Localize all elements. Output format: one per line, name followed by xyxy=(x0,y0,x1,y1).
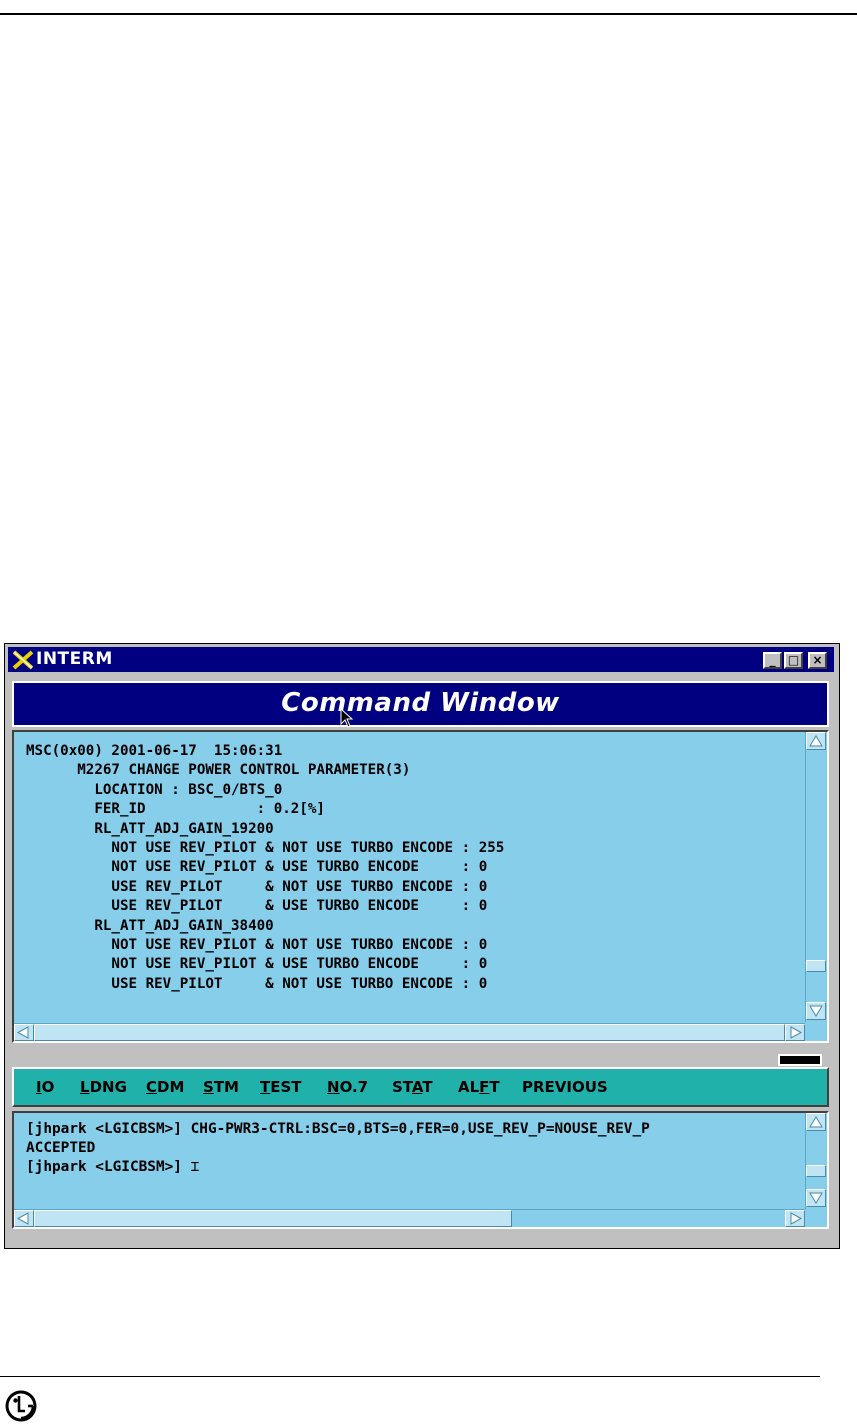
menu-item-stm[interactable]: STM xyxy=(203,1078,239,1096)
menu-item-cdm[interactable]: CDM xyxy=(146,1078,184,1096)
scroll-up-button[interactable] xyxy=(806,732,826,750)
output-vertical-scrollbar[interactable] xyxy=(805,732,827,1022)
input-vertical-scrollbar[interactable] xyxy=(805,1113,827,1209)
menu-item-io[interactable]: IO xyxy=(36,1078,54,1096)
input-line: [jhpark <LGICBSM>] ⌶ xyxy=(26,1159,200,1175)
input-scroll-up-button[interactable] xyxy=(806,1113,826,1131)
scroll-right-button[interactable] xyxy=(785,1024,805,1041)
input-scroll-right-button[interactable] xyxy=(785,1210,805,1227)
menu-item-no7[interactable]: NO.7 xyxy=(327,1078,368,1096)
input-h-scroll-thumb[interactable] xyxy=(34,1210,512,1227)
lg-logo-icon xyxy=(5,1390,37,1422)
output-line: RL_ATT_ADJ_GAIN_38400 xyxy=(26,917,274,934)
input-horizontal-scrollbar[interactable] xyxy=(14,1209,805,1227)
command-output-text: MSC(0x00) 2001-06-17 15:06:31 M2267 CHAN… xyxy=(26,742,504,994)
down-arrow-icon xyxy=(809,1005,823,1017)
output-line: NOT USE REV_PILOT & USE TURBO ENCODE : 0 xyxy=(26,956,488,973)
output-line: M2267 CHANGE POWER CONTROL PARAMETER(3) xyxy=(26,762,411,779)
output-line: NOT USE REV_PILOT & NOT USE TURBO ENCODE… xyxy=(26,840,505,857)
left-arrow-icon xyxy=(16,1026,29,1039)
output-line: USE REV_PILOT & NOT USE TURBO ENCODE : 0 xyxy=(26,975,488,992)
menu-item-ldng[interactable]: LDNG xyxy=(80,1078,127,1096)
maximize-button[interactable]: □ xyxy=(784,652,803,669)
scroll-down-button[interactable] xyxy=(806,1002,826,1020)
up-arrow-icon xyxy=(809,735,823,747)
input-line: [jhpark <LGICBSM>] CHG-PWR3-CTRL:BSC=0,B… xyxy=(26,1121,650,1137)
menu-item-stat[interactable]: STAT xyxy=(392,1078,433,1096)
page-top-rule xyxy=(0,13,857,15)
menu-item-alft[interactable]: ALFT xyxy=(458,1078,500,1096)
output-line: NOT USE REV_PILOT & NOT USE TURBO ENCODE… xyxy=(26,937,488,954)
h-scroll-thumb[interactable] xyxy=(34,1024,785,1041)
mouse-pointer-icon xyxy=(340,708,354,728)
close-button[interactable]: × xyxy=(808,652,827,669)
title-bar[interactable]: INTERM _ □ × xyxy=(8,647,834,672)
output-line: MSC(0x00) 2001-06-17 15:06:31 xyxy=(26,743,283,759)
output-line: USE REV_PILOT & USE TURBO ENCODE : 0 xyxy=(26,898,488,915)
output-line: FER_ID : 0.2[%] xyxy=(26,801,325,818)
right-arrow-icon xyxy=(790,1026,803,1039)
command-window-title: Command Window xyxy=(281,688,560,718)
minimize-button[interactable]: _ xyxy=(763,652,782,669)
right-arrow-icon xyxy=(790,1212,803,1225)
command-input-area[interactable]: [jhpark <LGICBSM>] CHG-PWR3-CTRL:BSC=0,B… xyxy=(12,1111,829,1229)
input-line: ACCEPTED xyxy=(26,1140,96,1156)
scroll-thumb[interactable] xyxy=(806,960,826,972)
output-line: USE REV_PILOT & NOT USE TURBO ENCODE : 0 xyxy=(26,878,488,895)
command-output-area[interactable]: MSC(0x00) 2001-06-17 15:06:31 M2267 CHAN… xyxy=(12,730,829,1043)
left-arrow-icon xyxy=(16,1212,29,1225)
page-bottom-rule xyxy=(0,1376,820,1377)
menu-item-previous[interactable]: PREVIOUS xyxy=(522,1078,608,1096)
pane-splitter[interactable] xyxy=(778,1054,822,1066)
input-scroll-left-button[interactable] xyxy=(14,1210,34,1227)
output-horizontal-scrollbar[interactable] xyxy=(14,1023,805,1041)
x-window-icon xyxy=(12,650,34,670)
up-arrow-icon xyxy=(809,1116,823,1128)
command-input-text[interactable]: [jhpark <LGICBSM>] CHG-PWR3-CTRL:BSC=0,B… xyxy=(26,1120,650,1177)
menu-item-test[interactable]: TEST xyxy=(260,1078,302,1096)
down-arrow-icon xyxy=(809,1192,823,1204)
command-window-header: Command Window xyxy=(12,681,829,728)
input-scroll-down-button[interactable] xyxy=(806,1189,826,1207)
output-line: RL_ATT_ADJ_GAIN_19200 xyxy=(26,820,274,837)
menu-bar: IO LDNG CDM STM TEST NO.7 STAT ALFT PREV… xyxy=(12,1067,829,1107)
input-scroll-thumb[interactable] xyxy=(806,1165,826,1177)
scroll-left-button[interactable] xyxy=(14,1024,34,1041)
window-title: INTERM xyxy=(36,649,113,669)
interm-window: INTERM _ □ × Command Window MSC(0x00) 20… xyxy=(4,643,840,1249)
output-line: NOT USE REV_PILOT & USE TURBO ENCODE : 0 xyxy=(26,859,488,876)
text-cursor-icon: ⌶ xyxy=(190,1159,200,1175)
output-line: LOCATION : BSC_0/BTS_0 xyxy=(26,781,283,798)
